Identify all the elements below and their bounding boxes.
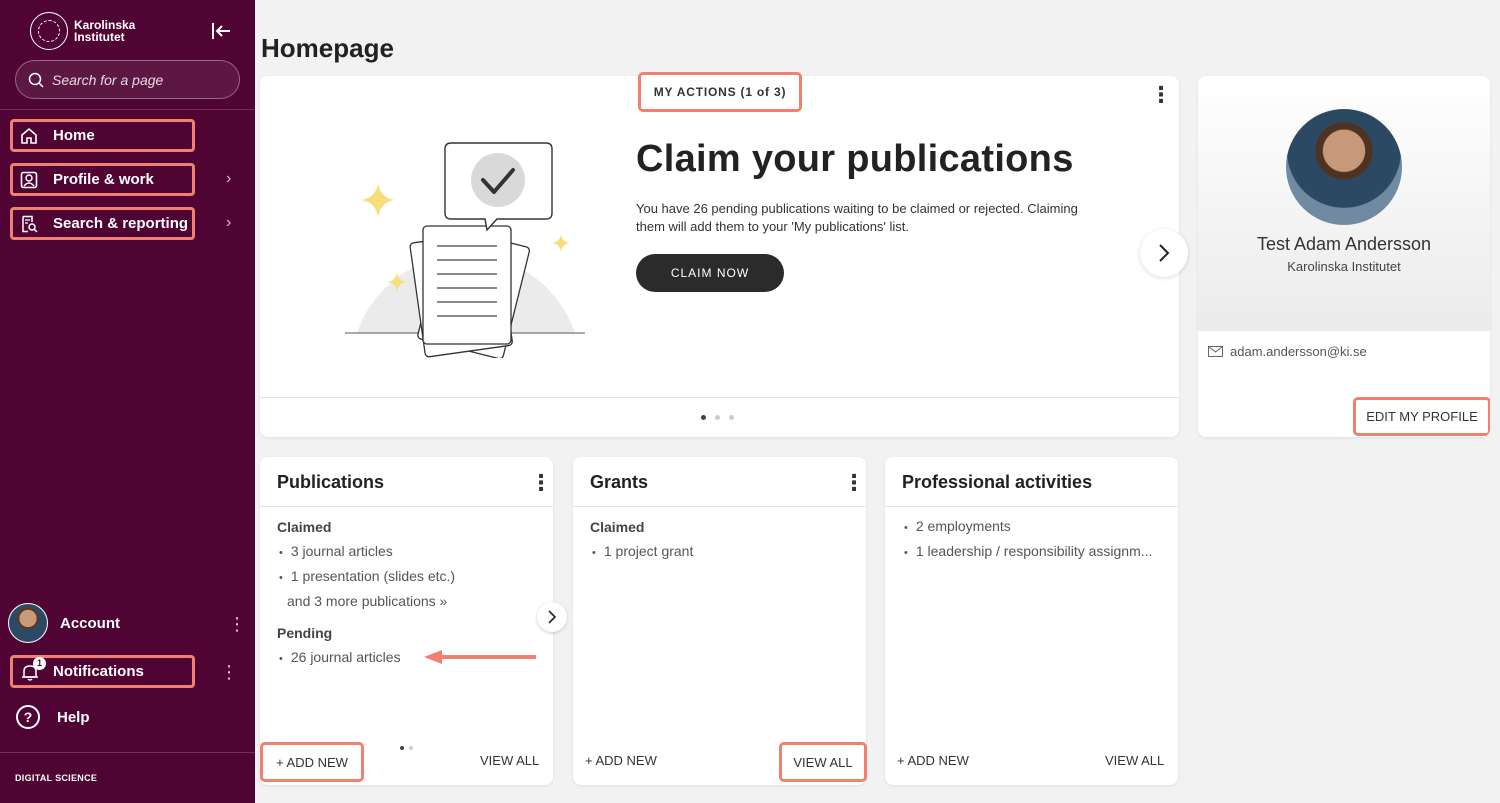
notifications-more-icon[interactable]: ⋮ bbox=[220, 663, 238, 681]
section-heading: Claimed bbox=[590, 519, 645, 535]
sidebar-item-label: Profile & work bbox=[53, 171, 154, 188]
collapse-sidebar-icon[interactable] bbox=[210, 20, 232, 42]
seal-icon bbox=[30, 12, 68, 50]
carousel-dot[interactable] bbox=[400, 746, 404, 750]
avatar bbox=[8, 603, 48, 643]
claim-description: You have 26 pending publications waiting… bbox=[636, 201, 1078, 234]
carousel-dot[interactable] bbox=[729, 415, 734, 420]
sidebar-item-notifications[interactable]: 1 Notifications bbox=[10, 655, 195, 688]
account-label: Account bbox=[60, 614, 120, 632]
list-item[interactable]: 2 employments bbox=[902, 515, 1167, 540]
grants-card: Grants ⋮ Claimed 1 project grant + ADD N… bbox=[573, 457, 867, 785]
card-title: Professional activities bbox=[902, 472, 1093, 492]
profile-name: Test Adam Andersson bbox=[1256, 234, 1432, 254]
search-input[interactable] bbox=[52, 71, 232, 88]
carousel-dot[interactable] bbox=[409, 746, 413, 750]
profile-icon bbox=[20, 171, 38, 188]
account-more-icon[interactable]: ⋮ bbox=[228, 615, 246, 633]
claim-now-button[interactable]: CLAIM NOW bbox=[636, 254, 784, 292]
chevron-right-icon[interactable]: › bbox=[226, 214, 231, 232]
sidebar-item-help[interactable]: ? Help bbox=[16, 705, 90, 729]
profile-email[interactable]: adam.andersson@ki.se bbox=[1208, 344, 1367, 359]
profile-org: Karolinska Institutet bbox=[1287, 259, 1401, 274]
chevron-right-icon bbox=[548, 610, 557, 624]
view-all-activities-button[interactable]: VIEW ALL bbox=[1105, 753, 1164, 768]
card-divider bbox=[885, 506, 1178, 507]
add-new-publication-button[interactable]: + ADD NEW bbox=[260, 742, 364, 782]
carousel-next-button[interactable] bbox=[1140, 229, 1188, 277]
grants-more-icon[interactable]: ⋮ bbox=[843, 472, 865, 494]
chevron-right-icon bbox=[1159, 244, 1170, 262]
card-title: Grants bbox=[590, 472, 649, 492]
profile-card: Test Adam Andersson Karolinska Institute… bbox=[1198, 76, 1490, 437]
page-title: Homepage bbox=[261, 33, 394, 63]
more-publications-link[interactable]: and 3 more publications » bbox=[277, 590, 542, 613]
carousel-dot[interactable] bbox=[701, 415, 706, 420]
my-actions-tag: MY ACTIONS (1 of 3) bbox=[638, 72, 802, 112]
search-icon bbox=[28, 72, 44, 88]
section-heading: Claimed bbox=[277, 519, 332, 535]
list-item[interactable]: 1 presentation (slides etc.) bbox=[277, 565, 542, 590]
sidebar: Karolinska Institutet Home Profile & wor… bbox=[0, 0, 255, 803]
sidebar-divider bbox=[0, 752, 255, 753]
digital-science-logo: DIGITAL SCIENCE bbox=[15, 773, 98, 783]
carousel-dots[interactable] bbox=[400, 746, 413, 750]
professional-activities-card: Professional activities 2 employments 1 … bbox=[885, 457, 1178, 785]
home-icon bbox=[21, 127, 37, 144]
annotation-arrow-icon bbox=[424, 650, 536, 664]
card-divider bbox=[573, 506, 866, 507]
claim-title: Claim your publications bbox=[636, 138, 1074, 180]
actions-more-icon[interactable]: ⋮ bbox=[1150, 84, 1172, 106]
mail-icon bbox=[1208, 346, 1223, 357]
view-all-publications-button[interactable]: VIEW ALL bbox=[480, 753, 539, 768]
my-actions-card: MY ACTIONS (1 of 3) ⋮ Claim your publica… bbox=[260, 72, 1188, 437]
list-item[interactable]: 1 project grant bbox=[590, 540, 855, 565]
section-heading: Pending bbox=[277, 625, 333, 641]
help-icon: ? bbox=[16, 705, 40, 729]
report-search-icon bbox=[22, 215, 38, 233]
account-menu[interactable]: Account ⋮ bbox=[8, 603, 248, 643]
help-label: Help bbox=[57, 708, 90, 726]
view-all-grants-button[interactable]: VIEW ALL bbox=[779, 742, 867, 782]
list-item[interactable]: 3 journal articles bbox=[277, 540, 542, 565]
card-title: Publications bbox=[277, 472, 385, 492]
carousel-dot[interactable] bbox=[715, 415, 720, 420]
page-search[interactable] bbox=[15, 60, 240, 99]
profile-avatar bbox=[1286, 109, 1402, 225]
cards-next-button[interactable] bbox=[537, 602, 567, 632]
karolinska-logo[interactable]: Karolinska Institutet bbox=[30, 12, 135, 50]
card-divider bbox=[260, 506, 553, 507]
sidebar-item-search-reporting[interactable]: Search & reporting bbox=[10, 207, 195, 240]
sidebar-item-label: Home bbox=[53, 127, 95, 144]
sidebar-item-label: Search & reporting bbox=[53, 215, 189, 232]
publications-card: Publications ⋮ Claimed 3 journal article… bbox=[260, 457, 553, 785]
list-item[interactable]: 1 leadership / responsibility assignm... bbox=[902, 540, 1167, 565]
sidebar-divider bbox=[0, 109, 255, 110]
sidebar-item-label: Notifications bbox=[53, 663, 144, 680]
email-text: adam.andersson@ki.se bbox=[1230, 344, 1367, 359]
publications-illustration bbox=[345, 142, 585, 358]
add-new-activity-button[interactable]: + ADD NEW bbox=[897, 753, 969, 768]
sidebar-item-profile-work[interactable]: Profile & work bbox=[10, 163, 195, 196]
publications-more-icon[interactable]: ⋮ bbox=[530, 472, 552, 494]
carousel-dots[interactable] bbox=[701, 415, 734, 420]
add-new-grant-button[interactable]: + ADD NEW bbox=[585, 753, 657, 768]
logo-line-2: Institutet bbox=[74, 30, 125, 44]
card-divider bbox=[260, 397, 1179, 398]
edit-my-profile-button[interactable]: EDIT MY PROFILE bbox=[1353, 397, 1490, 436]
chevron-right-icon[interactable]: › bbox=[226, 170, 231, 188]
sidebar-item-home[interactable]: Home bbox=[10, 119, 195, 152]
notification-badge: 1 bbox=[33, 656, 46, 670]
